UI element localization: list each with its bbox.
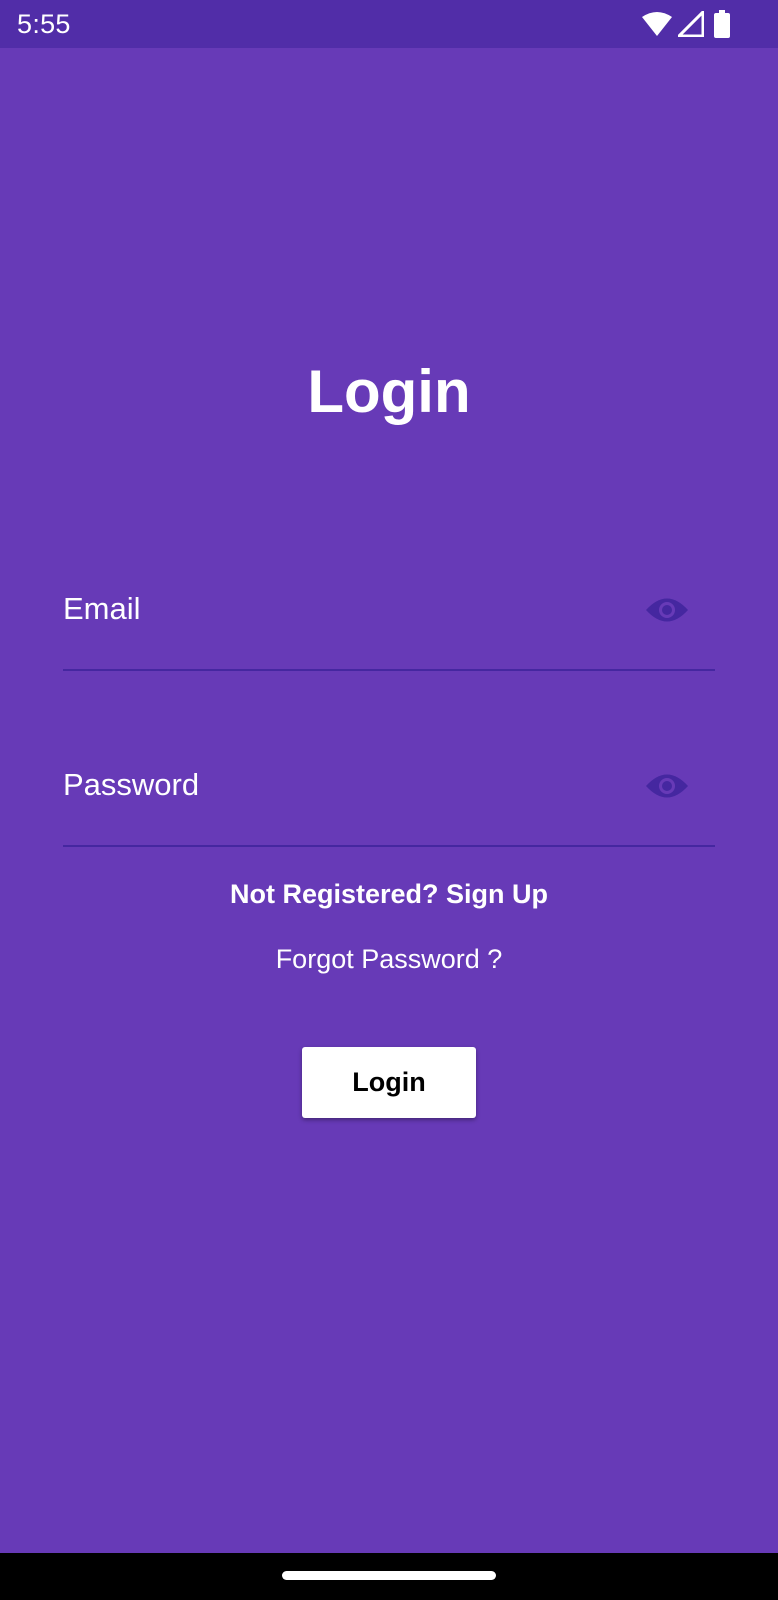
status-time: 5:55: [17, 9, 71, 39]
email-input[interactable]: [63, 573, 623, 669]
forgot-password-link[interactable]: Forgot Password ?: [0, 941, 778, 977]
page-title: Login: [307, 358, 471, 425]
password-input[interactable]: [63, 749, 623, 845]
home-handle[interactable]: [282, 1571, 496, 1580]
password-field[interactable]: Password: [63, 749, 715, 847]
status-bar: 5:55: [0, 0, 778, 48]
eye-icon[interactable]: [644, 587, 690, 633]
login-button[interactable]: Login: [302, 1047, 476, 1118]
signal-icon: [678, 11, 704, 37]
wifi-icon: [642, 12, 672, 36]
email-field[interactable]: Email: [63, 573, 715, 671]
eye-icon[interactable]: [644, 763, 690, 809]
status-icons: [642, 10, 730, 38]
navigation-bar: [0, 1553, 778, 1600]
signup-link[interactable]: Not Registered? Sign Up: [0, 876, 778, 912]
battery-icon: [714, 10, 730, 38]
login-screen: 5:55 Login Email Password Not Registered…: [0, 0, 778, 1600]
